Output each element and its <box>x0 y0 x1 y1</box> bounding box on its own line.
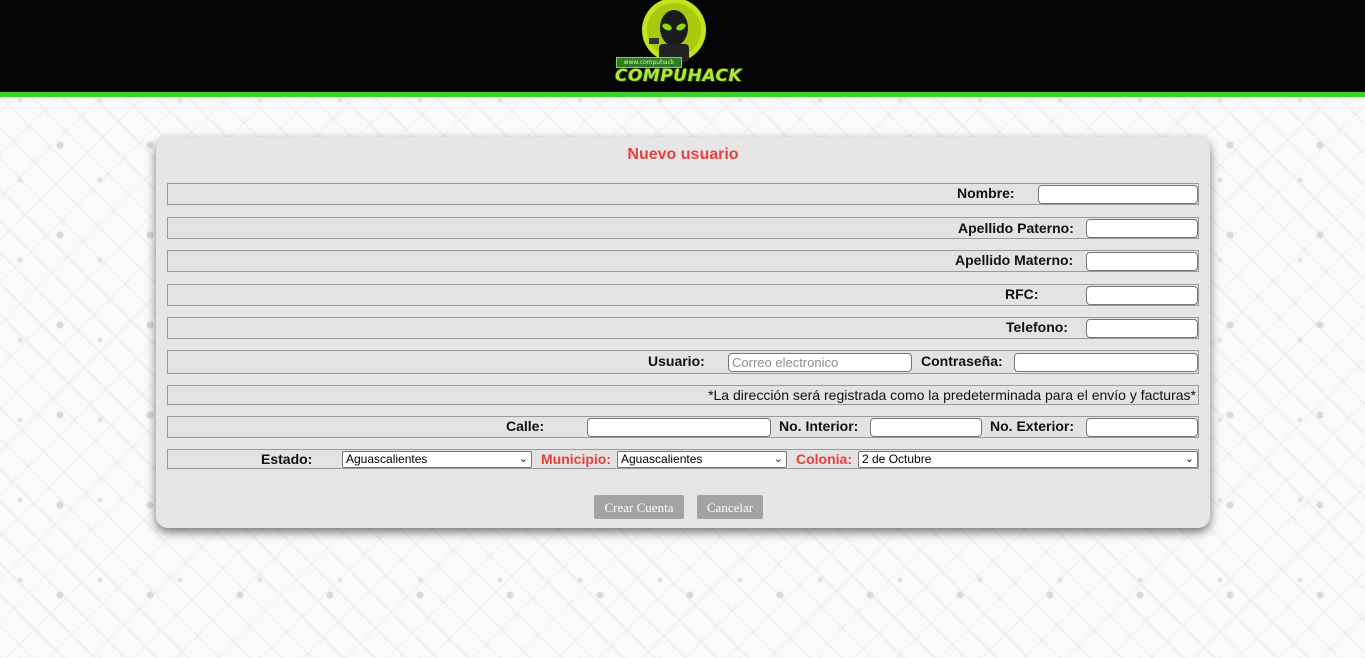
municipio-label: Municipio: <box>541 451 611 467</box>
contrasena-input[interactable] <box>1014 353 1198 372</box>
chevron-down-icon: ⌄ <box>773 453 783 465</box>
telefono-input[interactable] <box>1086 319 1198 338</box>
nombre-label: Nombre: <box>957 185 1015 201</box>
colonia-select[interactable]: 2 de Octubre ⌄ <box>858 451 1198 468</box>
calle-row: Calle: No. Interior: No. Exterior: <box>167 416 1199 438</box>
cancelar-button[interactable]: Cancelar <box>697 495 763 519</box>
estado-selected-value: Aguascalientes <box>346 452 428 466</box>
estado-label: Estado: <box>261 451 313 467</box>
compuhack-logo[interactable]: www.compuhack COMPUHACK <box>613 0 743 90</box>
municipio-select[interactable]: Aguascalientes ⌄ <box>617 451 787 468</box>
calle-label: Calle: <box>506 418 545 434</box>
crear-cuenta-button[interactable]: Crear Cuenta <box>594 495 684 519</box>
chevron-down-icon: ⌄ <box>518 453 528 465</box>
apellido-materno-row: Apellido Materno: <box>167 250 1199 272</box>
nombre-row: Nombre: <box>167 183 1199 205</box>
contrasena-label: Contraseña: <box>921 353 1003 369</box>
rfc-row: RFC: <box>167 284 1199 306</box>
municipio-selected-value: Aguascalientes <box>621 452 703 466</box>
usuario-label: Usuario: <box>648 353 705 369</box>
no-interior-input[interactable] <box>870 418 982 437</box>
usuario-email-input[interactable] <box>728 353 912 372</box>
address-note: *La dirección será registrada como la pr… <box>708 387 1196 403</box>
new-user-form: Nuevo usuario Nombre: Apellido Paterno: … <box>156 137 1210 528</box>
no-exterior-label: No. Exterior: <box>990 418 1075 434</box>
location-row: Estado: Aguascalientes ⌄ Municipio: Agua… <box>167 449 1199 469</box>
rfc-label: RFC: <box>1005 286 1039 302</box>
telefono-row: Telefono: <box>167 317 1199 339</box>
apellido-materno-input[interactable] <box>1086 252 1198 271</box>
address-note-row: *La dirección será registrada como la pr… <box>167 385 1199 405</box>
site-header: www.compuhack COMPUHACK <box>0 0 1365 97</box>
calle-input[interactable] <box>587 418 771 437</box>
estado-select[interactable]: Aguascalientes ⌄ <box>342 451 532 468</box>
colonia-label: Colonia: <box>796 451 852 467</box>
no-interior-label: No. Interior: <box>779 418 859 434</box>
form-title: Nuevo usuario <box>627 146 739 163</box>
usuario-row: Usuario: Contraseña: <box>167 350 1199 374</box>
chevron-down-icon: ⌄ <box>1184 453 1194 465</box>
apellido-paterno-row: Apellido Paterno: <box>167 217 1199 239</box>
colonia-selected-value: 2 de Octubre <box>862 452 932 466</box>
nombre-input[interactable] <box>1038 185 1198 204</box>
apellido-paterno-input[interactable] <box>1086 219 1198 238</box>
logo-wordmark: COMPUHACK <box>615 66 743 86</box>
apellido-materno-label: Apellido Materno: <box>955 252 1074 268</box>
telefono-label: Telefono: <box>1006 319 1068 335</box>
rfc-input[interactable] <box>1086 286 1198 305</box>
apellido-paterno-label: Apellido Paterno: <box>958 220 1074 236</box>
no-exterior-input[interactable] <box>1086 418 1198 437</box>
